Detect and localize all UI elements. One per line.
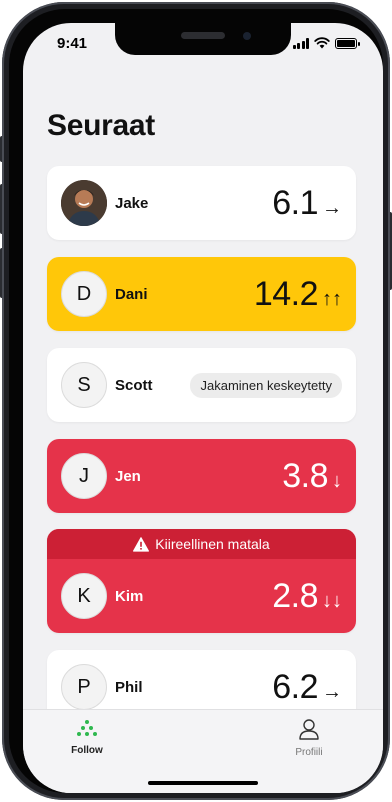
follower-name: Jen [115, 467, 141, 485]
avatar-initial: S [61, 362, 107, 408]
tab-profile-label: Profiili [295, 747, 323, 758]
glucose-value: 6.2 [272, 667, 318, 706]
follower-card-jen[interactable]: J Jen 3.8 ↓ [47, 439, 356, 513]
warning-triangle-icon [133, 536, 150, 552]
tab-follow[interactable]: Follow [47, 718, 127, 756]
page-title: Seuraat [47, 109, 155, 142]
notch [115, 23, 291, 55]
trend-arrow-icon: ↓↓ [322, 589, 342, 612]
wifi-icon [314, 37, 330, 49]
glucose-reading: 6.1 → [272, 184, 342, 223]
glucose-reading: 3.8 ↓ [282, 457, 342, 496]
avatar-initial: D [61, 271, 107, 317]
person-icon [299, 719, 319, 740]
follower-card-jake[interactable]: Jake 6.1 → [47, 166, 356, 240]
trend-arrow-icon: → [322, 680, 342, 703]
follow-dots-icon [77, 720, 97, 736]
app-screen: 9:41 Seuraat Jake 6.1 → D Dani 14.2 ↑↑ S… [23, 23, 383, 793]
follower-name: Scott [115, 376, 153, 394]
follower-name: Dani [115, 285, 148, 303]
follower-card-kim[interactable]: Kiireellinen matala K Kim 2.8 ↓↓ [47, 529, 356, 633]
status-icons [292, 37, 360, 49]
glucose-value: 6.1 [272, 183, 318, 222]
phone-frame: 9:41 Seuraat Jake 6.1 → D Dani 14.2 ↑↑ S… [2, 2, 390, 800]
glucose-value: 14.2 [253, 274, 319, 313]
phone-bezel: 9:41 Seuraat Jake 6.1 → D Dani 14.2 ↑↑ S… [9, 9, 383, 793]
follower-card-scott[interactable]: S Scott Jakaminen keskeytetty [47, 348, 356, 422]
follower-name: Kim [115, 587, 144, 605]
trend-arrow-icon: ↑↑ [322, 287, 342, 310]
avatar-initial: K [61, 573, 107, 619]
sharing-paused-badge: Jakaminen keskeytetty [190, 372, 342, 398]
follower-card-dani[interactable]: D Dani 14.2 ↑↑ [47, 257, 356, 331]
glucose-value: 3.8 [282, 456, 328, 495]
signal-icon [292, 37, 309, 49]
status-time: 9:41 [57, 35, 88, 52]
battery-icon [335, 37, 360, 49]
alert-text: Kiireellinen matala [155, 536, 270, 552]
urgent-alert-banner: Kiireellinen matala [47, 529, 356, 559]
front-camera [243, 32, 251, 40]
trend-arrow-icon: → [322, 196, 342, 219]
follower-name: Phil [115, 678, 143, 696]
home-indicator[interactable] [148, 781, 258, 785]
avatar-initial: P [61, 664, 107, 710]
tab-profile[interactable]: Profiili [269, 718, 349, 758]
tab-bar: Follow Profiili [23, 709, 383, 793]
avatar-initial: J [61, 453, 107, 499]
glucose-reading: 14.2 ↑↑ [254, 275, 342, 314]
tab-follow-label: Follow [71, 745, 103, 756]
trend-arrow-icon: ↓ [332, 469, 342, 492]
follower-name: Jake [115, 194, 149, 212]
glucose-reading: 2.8 ↓↓ [272, 577, 342, 616]
glucose-value: 2.8 [272, 576, 318, 615]
avatar-photo [61, 180, 107, 226]
glucose-reading: 6.2 → [272, 668, 342, 707]
speaker-grille [181, 32, 225, 39]
